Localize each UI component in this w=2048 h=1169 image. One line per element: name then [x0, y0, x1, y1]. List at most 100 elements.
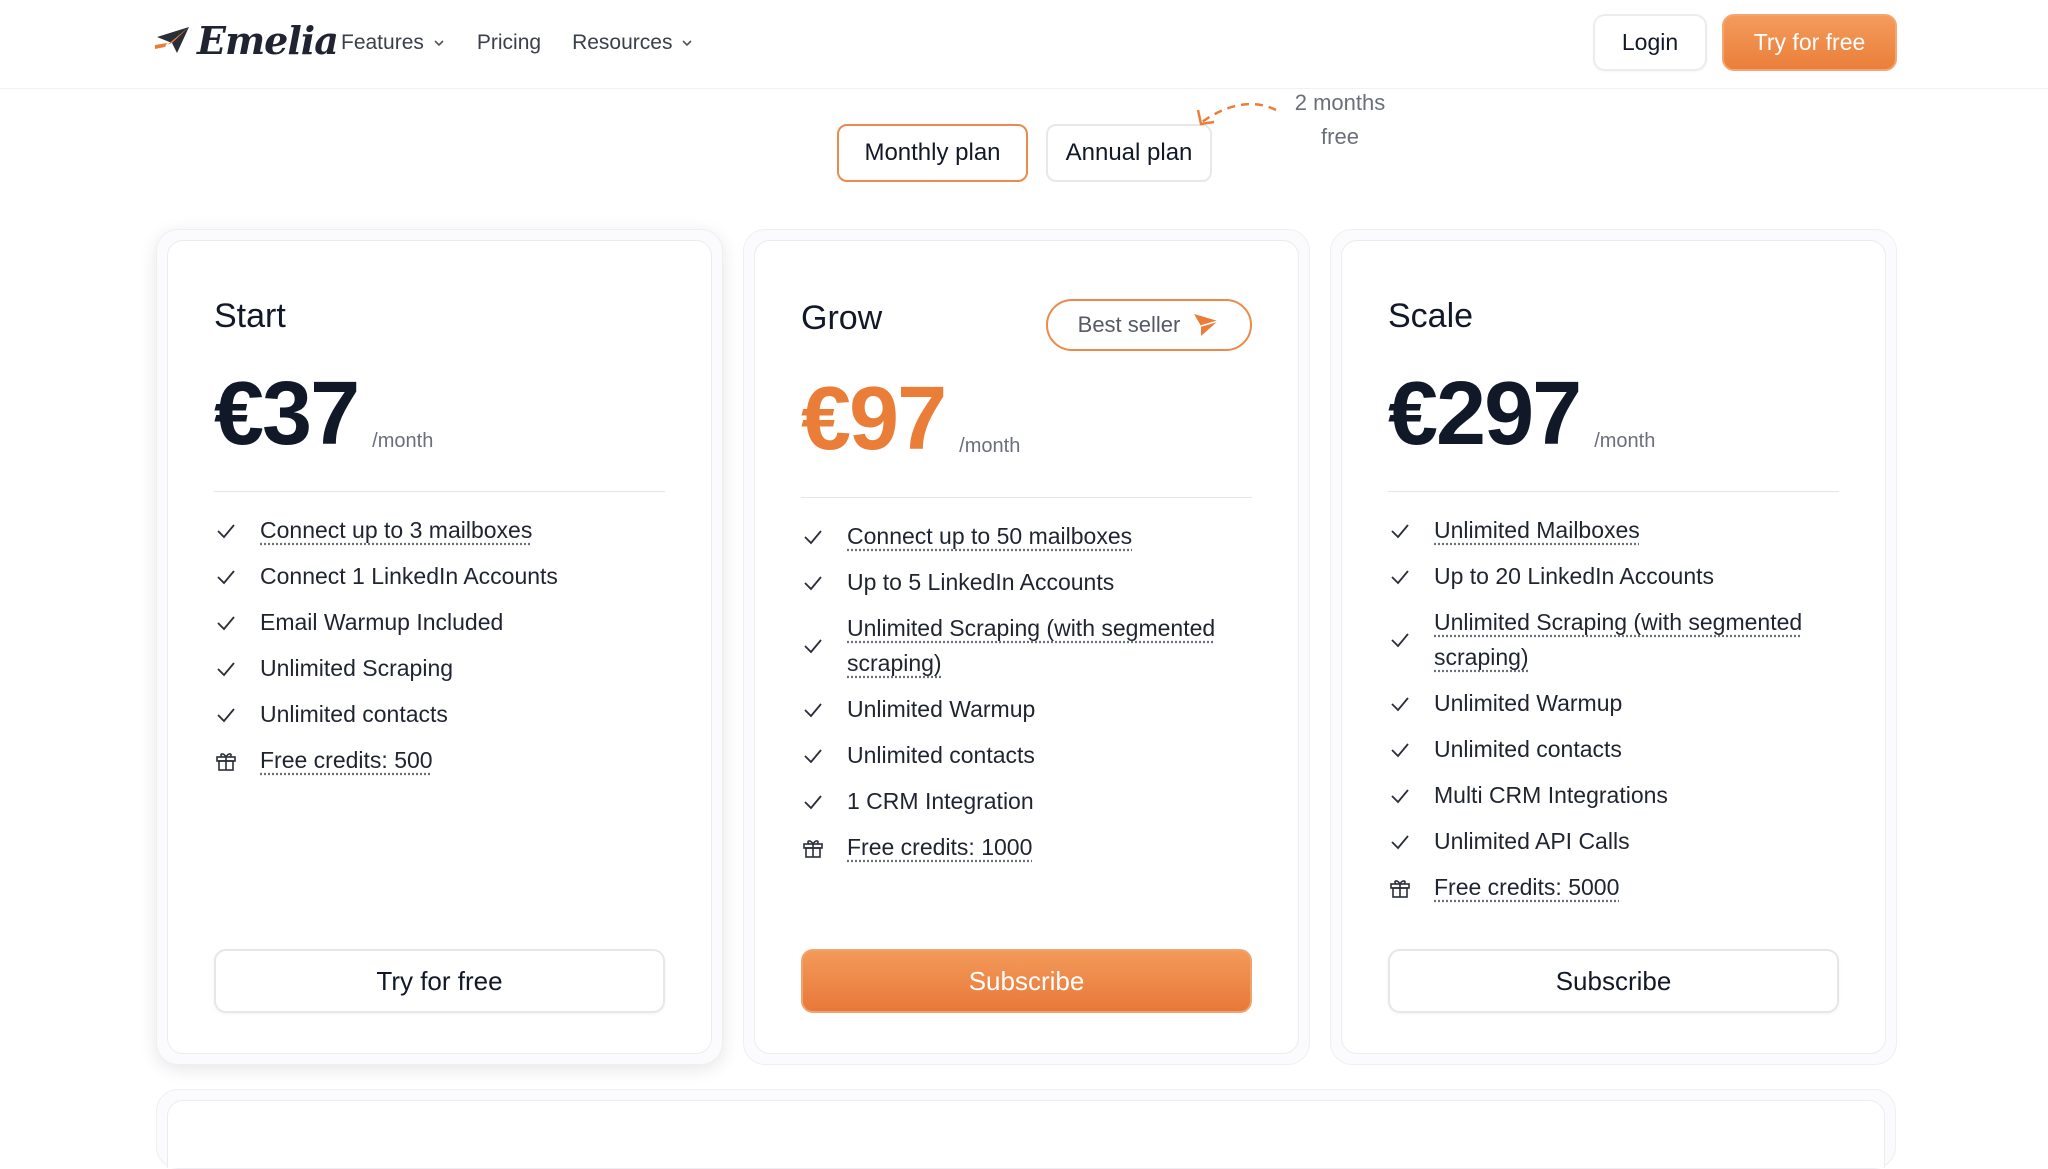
feature-text: Unlimited Warmup	[847, 696, 1036, 722]
plan-name: Scale	[1388, 297, 1474, 335]
feature-text: Up to 5 LinkedIn Accounts	[847, 569, 1115, 595]
plan-price: €97	[801, 369, 947, 469]
feature-item: Unlimited contacts	[1388, 732, 1839, 767]
paper-plane-logo-icon	[155, 27, 189, 53]
feature-text: Connect 1 LinkedIn Accounts	[260, 563, 558, 589]
feature-text: Unlimited contacts	[847, 742, 1035, 768]
feature-text[interactable]: Unlimited Mailboxes	[1434, 513, 1640, 548]
promo-line-1: 2 months	[1294, 90, 1386, 115]
feature-text: Unlimited contacts	[260, 701, 448, 727]
check-icon	[1391, 569, 1409, 584]
main-nav: Features Pricing Resources	[341, 24, 694, 62]
check-icon	[1391, 788, 1409, 803]
check-icon	[217, 523, 235, 538]
check-icon	[1391, 633, 1409, 648]
gift-icon	[1390, 879, 1410, 898]
feature-item: Connect up to 50 mailboxes	[801, 519, 1252, 554]
feature-item: 1 CRM Integration	[801, 784, 1252, 819]
feature-item: Unlimited API Calls	[1388, 824, 1839, 859]
next-section-card	[156, 1089, 1896, 1169]
feature-list: Connect up to 50 mailboxes Up to 5 Linke…	[801, 519, 1252, 876]
feature-item: Connect up to 3 mailboxes	[214, 513, 665, 548]
feature-item: Email Warmup Included	[214, 605, 665, 640]
monthly-plan-toggle[interactable]: Monthly plan	[837, 124, 1028, 182]
check-icon	[1391, 742, 1409, 757]
next-section-card-body	[167, 1100, 1885, 1168]
annual-plan-toggle[interactable]: Annual plan	[1046, 124, 1212, 182]
feature-list: Unlimited Mailboxes Up to 20 LinkedIn Ac…	[1388, 513, 1839, 916]
plan-card-body: Scale €297 /month Unlimited Mailboxes Up…	[1341, 240, 1886, 1054]
feature-list: Connect up to 3 mailboxes Connect 1 Link…	[214, 513, 665, 789]
plan-name: Grow	[801, 299, 883, 337]
price-row: €97 /month	[801, 374, 1020, 464]
plan-price: €37	[214, 364, 360, 464]
feature-text: Unlimited Scraping	[260, 655, 454, 681]
price-period: /month	[372, 430, 434, 452]
check-icon	[1391, 834, 1409, 849]
price-period: /month	[1594, 430, 1656, 452]
gift-icon	[803, 839, 823, 858]
check-icon	[804, 748, 822, 763]
paper-plane-icon	[1194, 314, 1219, 336]
check-icon	[217, 569, 235, 584]
feature-item: Up to 20 LinkedIn Accounts	[1388, 559, 1839, 594]
check-icon	[804, 529, 822, 544]
grow-subscribe-button[interactable]: Subscribe	[801, 949, 1252, 1013]
badge-label: Best seller	[1077, 312, 1181, 337]
feature-text: Multi CRM Integrations	[1434, 782, 1668, 808]
feature-item: Unlimited Warmup	[1388, 686, 1839, 721]
feature-text[interactable]: Unlimited Scraping (with segmented scrap…	[1434, 605, 1839, 675]
check-icon	[804, 639, 822, 654]
nav-item-resources[interactable]: Resources	[572, 31, 694, 55]
divider	[214, 491, 665, 492]
check-icon	[1391, 523, 1409, 538]
feature-text[interactable]: Free credits: 5000	[1434, 870, 1619, 905]
price-row: €297 /month	[1388, 369, 1655, 459]
feature-item: Unlimited Scraping	[214, 651, 665, 686]
check-icon	[217, 615, 235, 630]
scale-subscribe-button[interactable]: Subscribe	[1388, 949, 1839, 1013]
divider	[801, 497, 1252, 498]
feature-text[interactable]: Connect up to 50 mailboxes	[847, 519, 1132, 554]
feature-item: Unlimited Mailboxes	[1388, 513, 1839, 548]
feature-item: Unlimited Scraping (with segmented scrap…	[801, 611, 1252, 681]
plan-name: Start	[214, 297, 286, 335]
feature-item: Multi CRM Integrations	[1388, 778, 1839, 813]
gift-icon	[216, 752, 236, 771]
check-icon	[804, 794, 822, 809]
feature-text: Unlimited API Calls	[1434, 828, 1630, 854]
chevron-down-icon	[434, 40, 444, 47]
login-button[interactable]: Login	[1593, 14, 1707, 71]
feature-item: Unlimited contacts	[801, 738, 1252, 773]
site-header: Emelia Features Pricing Resources Login …	[0, 0, 2048, 89]
feature-text[interactable]: Free credits: 1000	[847, 830, 1032, 865]
price-row: €37 /month	[214, 369, 433, 459]
brand-logo[interactable]: Emelia	[155, 16, 339, 64]
feature-item: Unlimited contacts	[214, 697, 665, 732]
plan-card-body: Grow Best seller €97 /month Connect up t…	[754, 240, 1299, 1054]
feature-text: 1 CRM Integration	[847, 788, 1034, 814]
feature-item: Unlimited Warmup	[801, 692, 1252, 727]
best-seller-badge: Best seller	[1046, 299, 1252, 351]
nav-item-pricing[interactable]: Pricing	[477, 31, 541, 55]
feature-item: Connect 1 LinkedIn Accounts	[214, 559, 665, 594]
feature-item: Free credits: 5000	[1388, 870, 1839, 905]
feature-text: Unlimited contacts	[1434, 736, 1622, 762]
try-for-free-header-button[interactable]: Try for free	[1722, 14, 1897, 71]
feature-text: Up to 20 LinkedIn Accounts	[1434, 563, 1715, 589]
curved-arrow-icon	[1196, 102, 1277, 126]
plan-price: €297	[1388, 364, 1582, 464]
start-try-for-free-button[interactable]: Try for free	[214, 949, 665, 1013]
chevron-down-icon	[682, 40, 693, 47]
feature-item: Free credits: 500	[214, 743, 665, 778]
check-icon	[804, 702, 822, 717]
nav-item-label: Pricing	[476, 31, 542, 54]
feature-text[interactable]: Free credits: 500	[260, 743, 433, 778]
nav-item-features[interactable]: Features	[341, 31, 446, 55]
feature-text[interactable]: Unlimited Scraping (with segmented scrap…	[847, 611, 1252, 681]
feature-text[interactable]: Connect up to 3 mailboxes	[260, 513, 532, 548]
feature-item: Unlimited Scraping (with segmented scrap…	[1388, 605, 1839, 675]
check-icon	[217, 661, 235, 676]
plan-card-scale: Scale €297 /month Unlimited Mailboxes Up…	[1330, 229, 1897, 1065]
nav-item-label: Resources	[572, 31, 673, 54]
